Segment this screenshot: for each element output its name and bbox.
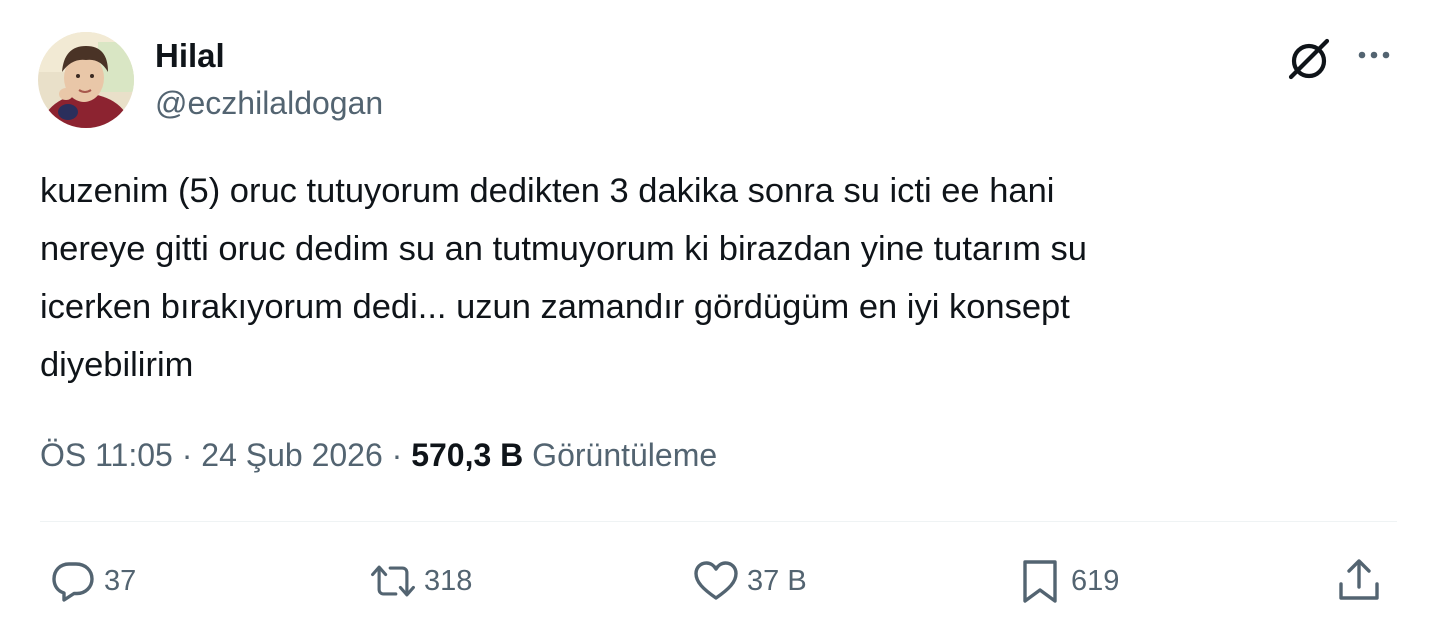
avatar[interactable] [38, 32, 134, 128]
heart-icon [691, 556, 741, 606]
author-display-name[interactable]: Hilal [155, 36, 225, 76]
tweet-time[interactable]: ÖS 11:05 [40, 437, 173, 473]
reply-button[interactable]: 37 [48, 555, 136, 607]
views-count: 570,3 B [411, 437, 524, 473]
share-button[interactable] [1334, 555, 1384, 607]
tweet-card: Hilal @eczhilaldogan kuzenim (5) oruc tu… [0, 0, 1438, 626]
divider [40, 521, 1397, 522]
retweet-icon [368, 556, 418, 606]
reply-icon [48, 556, 98, 606]
meta-separator: · [391, 437, 403, 473]
author-handle[interactable]: @eczhilaldogan [155, 83, 383, 123]
more-options-icon[interactable] [1354, 40, 1394, 70]
avatar-image [38, 32, 134, 128]
tweet-date[interactable]: 24 Şub 2026 [201, 437, 383, 473]
like-count: 37 B [747, 564, 807, 597]
tweet-meta: ÖS 11:05 · 24 Şub 2026 · 570,3 B Görüntü… [40, 433, 717, 477]
bookmark-icon [1015, 556, 1065, 606]
like-button[interactable]: 37 B [691, 555, 807, 607]
meta-separator: · [181, 437, 193, 473]
bookmark-count: 619 [1071, 564, 1120, 597]
views-label: Görüntüleme [532, 437, 718, 473]
retweet-count: 318 [424, 564, 473, 597]
bookmark-button[interactable]: 619 [1015, 555, 1119, 607]
retweet-button[interactable]: 318 [368, 555, 472, 607]
tweet-text: kuzenim (5) oruc tutuyorum dedikten 3 da… [40, 172, 1087, 384]
reply-count: 37 [104, 564, 137, 597]
grok-icon[interactable] [1285, 35, 1333, 83]
share-icon [1334, 556, 1384, 606]
